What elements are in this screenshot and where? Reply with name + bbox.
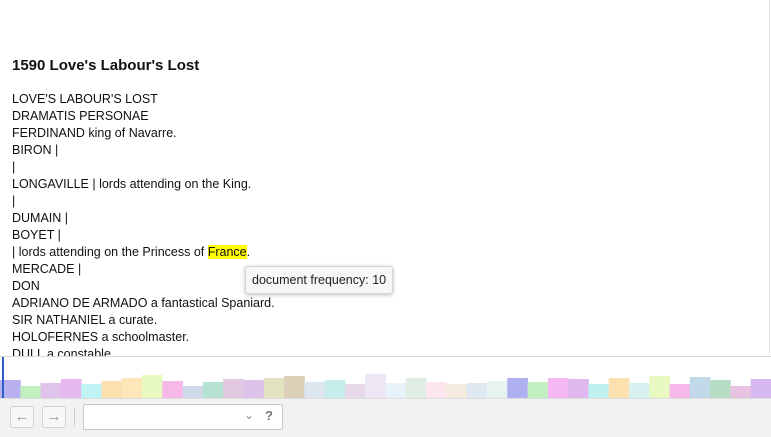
document-segment[interactable] bbox=[202, 382, 224, 399]
help-icon[interactable]: ? bbox=[265, 408, 273, 423]
document-segment[interactable] bbox=[60, 379, 82, 399]
document-segment[interactable] bbox=[446, 384, 468, 399]
arrow-left-icon: ← bbox=[14, 408, 30, 425]
text-line: MERCADE | bbox=[12, 261, 275, 278]
text-line: SIR NATHANIEL a curate. bbox=[12, 312, 275, 329]
document-segment[interactable] bbox=[405, 378, 427, 399]
text-line-content: SIR NATHANIEL a curate. bbox=[12, 313, 158, 327]
document-segment[interactable] bbox=[365, 374, 386, 399]
text-line: ADRIANO DE ARMADO a fantastical Spaniard… bbox=[12, 295, 275, 312]
document-segment[interactable] bbox=[284, 376, 305, 399]
text-line-content: DULL a constable. bbox=[12, 347, 115, 356]
text-line-content: DON bbox=[12, 279, 40, 293]
document-segment[interactable] bbox=[608, 378, 630, 399]
document-segment[interactable] bbox=[121, 378, 143, 399]
text-line: LONGAVILLE | lords attending on the King… bbox=[12, 176, 275, 193]
text-line: DON bbox=[12, 278, 275, 295]
text-line: DRAMATIS PERSONAE bbox=[12, 108, 275, 125]
document-strip-chart[interactable] bbox=[0, 357, 771, 399]
text-line: LOVE'S LABOUR'S LOST bbox=[12, 91, 275, 108]
text-line-content: ADRIANO DE ARMADO a fantastical Spaniard… bbox=[12, 296, 275, 310]
document-segment[interactable] bbox=[547, 378, 569, 399]
document-segment[interactable] bbox=[507, 378, 529, 399]
document-search-input[interactable] bbox=[87, 408, 241, 426]
document-selector[interactable]: ⌄ ? bbox=[83, 404, 283, 430]
document-segment[interactable] bbox=[263, 378, 285, 399]
document-segment[interactable] bbox=[81, 384, 102, 399]
text-line-content: | bbox=[12, 194, 16, 208]
term-tooltip: document frequency: 10 bbox=[245, 266, 394, 294]
text-line: BIRON | bbox=[12, 142, 275, 159]
document-segment[interactable] bbox=[486, 381, 508, 399]
text-line: BOYET | bbox=[12, 227, 275, 244]
text-line-content: HOLOFERNES a schoolmaster. bbox=[12, 330, 190, 344]
text-line: HOLOFERNES a schoolmaster. bbox=[12, 329, 275, 346]
document-segment[interactable] bbox=[142, 375, 163, 399]
document-text: LOVE'S LABOUR'S LOST DRAMATIS PERSONAE FER… bbox=[12, 91, 275, 356]
document-segment[interactable] bbox=[527, 382, 549, 399]
text-line-content: BIRON | bbox=[12, 143, 59, 157]
document-segment[interactable] bbox=[223, 379, 244, 399]
arrow-right-icon: → bbox=[46, 408, 62, 425]
document-segment[interactable] bbox=[162, 381, 184, 399]
text-line-content: DUMAIN | bbox=[12, 211, 69, 225]
document-segment[interactable] bbox=[344, 384, 366, 399]
toolbar-separator bbox=[74, 408, 75, 426]
document-segment[interactable] bbox=[568, 379, 589, 399]
text-line: FERDINAND king of Navarre. bbox=[12, 125, 275, 142]
document-segment[interactable] bbox=[243, 380, 265, 399]
document-terms-strip[interactable] bbox=[0, 356, 771, 399]
text-line-content: LOVE'S LABOUR'S LOST bbox=[12, 92, 158, 106]
document-segment[interactable] bbox=[669, 384, 691, 399]
text-line: | bbox=[12, 193, 275, 210]
current-document-marker[interactable] bbox=[2, 357, 4, 399]
document-segment[interactable] bbox=[324, 380, 346, 399]
text-line-content: MERCADE | bbox=[12, 262, 82, 276]
document-segment[interactable] bbox=[628, 383, 650, 399]
document-segment[interactable] bbox=[750, 379, 771, 399]
document-segment[interactable] bbox=[710, 380, 731, 399]
document-segment[interactable] bbox=[649, 376, 671, 399]
document-segment[interactable] bbox=[385, 383, 407, 399]
text-line: | bbox=[12, 159, 275, 176]
text-line-content: | bbox=[12, 160, 16, 174]
highlighted-term[interactable]: France bbox=[207, 245, 247, 259]
text-line-content: LONGAVILLE | lords attending on the King… bbox=[12, 177, 252, 191]
forward-button[interactable]: → bbox=[42, 406, 66, 428]
document-segment[interactable] bbox=[304, 382, 326, 399]
toolbar: ← → ⌄ ? bbox=[0, 398, 771, 437]
document-segment[interactable] bbox=[426, 382, 447, 399]
document-segment[interactable] bbox=[40, 383, 62, 399]
text-line: | lords attending on the Princess of Fra… bbox=[12, 244, 275, 261]
document-segment[interactable] bbox=[101, 381, 123, 399]
text-line-content: DRAMATIS PERSONAE bbox=[12, 109, 149, 123]
text-line-suffix: . bbox=[246, 245, 251, 259]
document-segment[interactable] bbox=[588, 384, 610, 399]
text-line: DUMAIN | bbox=[12, 210, 275, 227]
text-line-content: | lords attending on the Princess of bbox=[12, 245, 208, 259]
text-line: DULL a constable. bbox=[12, 346, 275, 356]
document-reader: 1590 Love's Labour's Lost LOVE'S LABOUR'… bbox=[0, 0, 770, 356]
document-segment[interactable] bbox=[466, 383, 488, 399]
document-title: 1590 Love's Labour's Lost bbox=[12, 57, 200, 74]
back-button[interactable]: ← bbox=[10, 406, 34, 428]
text-line-content: BOYET | bbox=[12, 228, 61, 242]
chevron-down-icon[interactable]: ⌄ bbox=[244, 408, 254, 422]
text-line-content: FERDINAND king of Navarre. bbox=[12, 126, 177, 140]
document-segment[interactable] bbox=[689, 377, 711, 399]
